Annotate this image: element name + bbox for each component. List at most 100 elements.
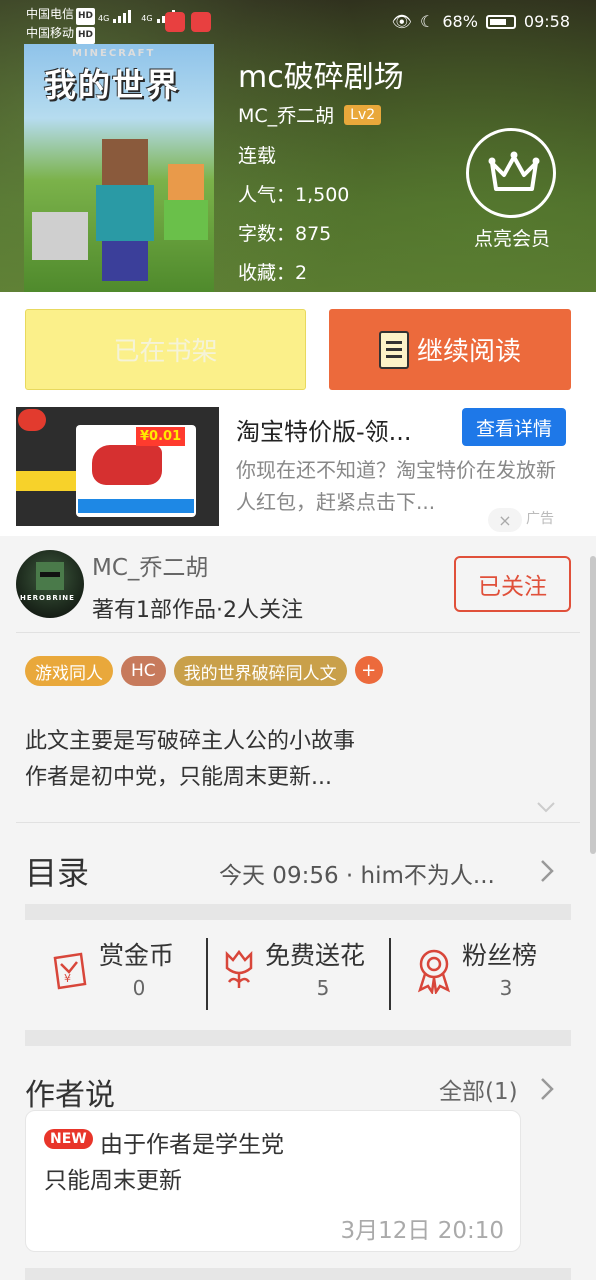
flower-icon <box>225 949 253 988</box>
section-separator <box>25 1268 571 1280</box>
crown-icon <box>466 128 556 218</box>
toy-motorbike-image <box>92 445 162 485</box>
stat-value: 5 <box>316 976 330 1000</box>
stat-label: 免费送花 <box>265 941 366 970</box>
stat-label: 粉丝榜 <box>462 941 538 970</box>
carrier-1: 中国电信 <box>26 7 75 21</box>
author-card-name[interactable]: MC_乔二胡 <box>92 548 208 582</box>
book-status: 连载 <box>238 145 277 167</box>
chevron-right-icon <box>541 860 554 882</box>
toc-title: 目录 <box>25 854 90 892</box>
ad-image[interactable]: ¥0.01 <box>16 407 219 526</box>
avatar[interactable]: HEROBRINE <box>16 550 84 618</box>
action-bar: 已在书架 继续阅读 <box>0 292 596 404</box>
ad-banner[interactable]: ¥0.01 淘宝特价版-领... 查看详情 你现在还不知道？淘宝特价在发放新人红… <box>0 404 596 536</box>
hd-badge: HD <box>76 8 96 25</box>
status-bar: 中国电信 HD 中国移动 HD 4G 4G 👁 ☾ 68% 09:58 <box>0 0 596 44</box>
avatar-text: HEROBRINE <box>20 594 75 602</box>
scrollbar[interactable] <box>590 556 596 854</box>
stat-value: 0 <box>132 976 146 1000</box>
ad-image-strip <box>16 471 76 491</box>
tag-item[interactable]: 游戏同人 <box>25 656 113 686</box>
description-line: 作者是初中党，只能周末更新... <box>25 765 332 790</box>
add-tag-button[interactable]: + <box>354 656 383 684</box>
description-line: 此文主要是写破碎主人公的小故事 <box>25 729 356 754</box>
stat-value: 3 <box>499 976 513 1000</box>
ad-description[interactable]: 你现在还不知道？淘宝特价在发放新人红包，赶紧点击下... <box>236 454 566 518</box>
section-separator <box>25 1030 571 1046</box>
book-favorites: 收藏：2 <box>238 262 308 284</box>
toc-latest-chapter: 今天 09:56 · him不为人... <box>219 863 495 889</box>
section-separator <box>25 904 571 920</box>
network-type: 4G <box>141 14 153 23</box>
book-icon <box>378 330 409 369</box>
battery-percent: 68% <box>442 12 478 31</box>
svg-text:¥: ¥ <box>64 972 71 985</box>
author-says-title: 作者说 <box>25 1078 115 1113</box>
vip-label: 点亮会员 <box>473 228 550 250</box>
cover-brand: MINECRAFT <box>72 48 156 59</box>
hd-badge: HD <box>76 27 96 44</box>
author-card-meta: 著有1部作品·2人关注 <box>92 598 303 623</box>
moon-icon: ☾ <box>419 12 435 31</box>
book-popularity: 人气：1,500 <box>238 184 350 206</box>
divider <box>16 822 580 823</box>
ribbon-medal-icon <box>417 949 451 994</box>
carrier-info: 中国电信 HD 中国移动 HD <box>26 6 96 44</box>
book-word-count: 字数：875 <box>238 223 332 245</box>
battery-icon <box>485 14 516 29</box>
cover-wolf <box>32 212 88 260</box>
level-badge: Lv2 <box>344 104 382 125</box>
cover-title: 我的世界 <box>44 66 181 104</box>
signal-icon: 4G <box>98 10 132 23</box>
author-says-text: 由于作者是学生党 <box>100 1132 284 1158</box>
chevron-right-icon[interactable] <box>539 1076 555 1102</box>
network-type: 4G <box>98 14 110 23</box>
divider <box>389 938 391 1010</box>
signal-icons: 4G 4G <box>98 10 175 23</box>
book-cover[interactable]: MINECRAFT 我的世界 <box>24 44 214 292</box>
author-name[interactable]: MC_乔二胡 <box>238 101 334 128</box>
followed-button[interactable]: 已关注 <box>454 556 571 612</box>
new-badge: NEW <box>44 1129 93 1149</box>
clock: 09:58 <box>523 12 570 31</box>
author-says-card[interactable]: NEW 由于作者是学生党 只能周末更新 3月12日 20:10 <box>25 1110 521 1252</box>
stats-row: ¥ 赏金币 0 免费送花 5 粉丝榜 3 <box>25 928 571 1024</box>
ad-image-price: ¥0.01 <box>136 427 186 446</box>
author-says-header: 作者说 全部(1) <box>25 1068 571 1113</box>
book-description[interactable]: 此文主要是写破碎主人公的小故事 作者是初中党，只能周末更新... <box>25 724 355 796</box>
app-notification-icon <box>165 12 185 32</box>
ad-details-button[interactable]: 查看详情 <box>462 408 566 446</box>
fan-rank-button[interactable]: 粉丝榜 3 <box>392 928 571 1024</box>
cover-character <box>96 139 154 281</box>
tag-item[interactable]: HC <box>121 656 166 686</box>
ad-close-icon[interactable]: × <box>488 508 522 532</box>
author-says-text: 只能周末更新 <box>44 1168 182 1194</box>
eye-icon: 👁 <box>391 12 412 31</box>
divider <box>16 632 580 633</box>
chevron-down-icon[interactable] <box>536 800 556 814</box>
continue-reading-label: 继续阅读 <box>416 337 521 367</box>
author-line: MC_乔二胡 Lv2 <box>238 101 382 128</box>
tag-list: 游戏同人 HC 我的世界破碎同人文 + <box>25 656 383 686</box>
app-notification-icon <box>191 12 211 32</box>
tag-item[interactable]: 我的世界破碎同人文 <box>173 656 347 686</box>
status-right: 👁 ☾ 68% 09:58 <box>392 12 570 31</box>
author-says-date: 3月12日 20:10 <box>340 1218 505 1244</box>
continue-reading-button[interactable]: 继续阅读 <box>329 309 571 390</box>
on-shelf-button[interactable]: 已在书架 <box>25 309 306 390</box>
book-detail-main: HEROBRINE MC_乔二胡 著有1部作品·2人关注 已关注 游戏同人 HC… <box>0 536 596 1280</box>
send-flower-button[interactable]: 免费送花 5 <box>209 928 389 1024</box>
ad-title[interactable]: 淘宝特价版-领... <box>236 412 446 447</box>
divider <box>206 938 208 1010</box>
carrier-2: 中国移动 <box>26 26 75 40</box>
book-title: mc破碎剧场 <box>238 60 404 95</box>
author-says-all-link[interactable]: 全部(1) <box>439 1072 518 1106</box>
red-envelope-icon: ¥ <box>53 952 87 990</box>
reward-coins-button[interactable]: ¥ 赏金币 0 <box>25 928 205 1024</box>
ad-image-logo <box>18 409 46 431</box>
table-of-contents-row[interactable]: 目录 今天 09:56 · him不为人... <box>25 842 571 904</box>
book-header: 中国电信 HD 中国移动 HD 4G 4G 👁 ☾ 68% 09:58 MINECR… <box>0 0 596 292</box>
cover-character <box>164 164 208 274</box>
vip-button[interactable]: 点亮会员 <box>466 128 558 251</box>
